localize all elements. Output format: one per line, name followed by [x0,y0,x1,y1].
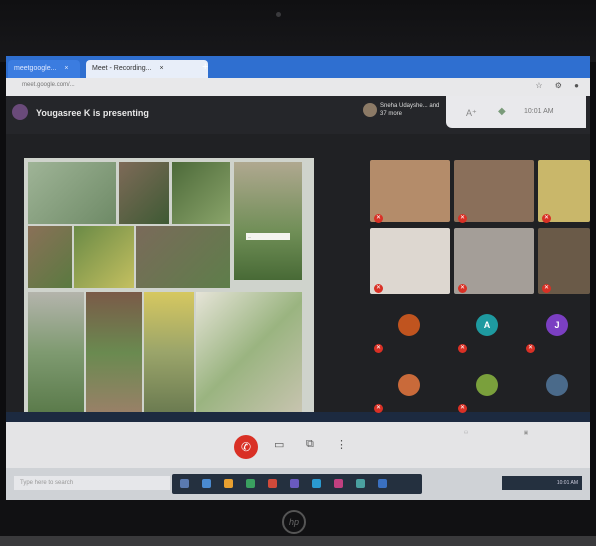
mic-muted-icon: ✕ [542,214,551,223]
end-call-button[interactable]: ✆ [234,435,258,459]
app-icon[interactable] [356,479,365,488]
student-photo [234,162,302,280]
participant-video-tile[interactable] [370,160,450,222]
participant-avatar [398,374,420,396]
participant-avatar [476,374,498,396]
plant-photo [28,292,84,414]
meet-controls-bar: ✆ ▭ ⧉ ⋮ ⚇ ▣ [6,422,590,468]
keyboard-edge [0,536,596,546]
presenter-taskbar [6,412,590,422]
tab-label: Meet - Recording... [92,65,152,72]
address-bar[interactable]: meet.google.com/... ☆ ⚙ ● [6,78,590,96]
pinned-participant-name: Sneha Udayshe... and 37 more [380,103,440,117]
system-tray[interactable]: 10:01 AM [502,476,582,490]
presentation-slide: ... [24,158,314,418]
app-icon[interactable] [312,479,321,488]
participant-video-tile[interactable] [370,228,450,294]
captions-button[interactable]: ▭ [274,438,284,451]
new-tab-button[interactable]: + [202,61,208,73]
presenter-avatar [12,104,28,120]
participant-video-tile[interactable] [454,228,534,294]
app-icon[interactable] [202,479,211,488]
extension-icons[interactable]: ☆ ⚙ ● [535,81,584,90]
app-icon[interactable] [290,479,299,488]
hp-logo: hp [282,510,306,534]
participant-video-tile[interactable] [538,160,590,222]
mic-muted-icon: ✕ [374,214,383,223]
participant-video-tile[interactable] [454,160,534,222]
presenting-banner: Yougasree K is presenting [36,108,149,118]
browser-tab[interactable]: meetgoogle... × [8,60,80,78]
browser-tab-active[interactable]: Meet - Recording... × [86,60,208,78]
participant-avatar: A [476,314,498,336]
meeting-clock: 10:01 AM [524,108,554,115]
close-icon[interactable]: × [159,65,163,72]
mic-muted-icon: ✕ [458,214,467,223]
windows-search[interactable]: Type here to search [14,476,170,490]
webcam [276,12,281,17]
plant-photo [28,226,72,288]
mic-muted-icon: ✕ [458,404,467,413]
app-icon[interactable] [334,479,343,488]
activities-icon[interactable]: ◆ [498,106,506,117]
meet-header: Yougasree K is presenting Sneha Udayshe.… [6,96,590,134]
pinned-avatar [363,103,377,117]
plant-photo [172,162,230,224]
plant-photo [119,162,169,224]
slide-caption: ... [246,233,290,240]
plant-photo [144,292,194,414]
app-icon[interactable] [378,479,387,488]
app-icon[interactable] [246,479,255,488]
app-icon[interactable] [224,479,233,488]
people-button[interactable]: ⚇ [446,430,486,436]
mic-muted-icon: ✕ [374,344,383,353]
windows-taskbar: Type here to search 10:01 AM [6,468,590,500]
mic-muted-icon: ✕ [374,284,383,293]
participant-avatar: J [546,314,568,336]
mic-muted-icon: ✕ [374,404,383,413]
plant-photo [28,162,116,224]
plant-photo [136,226,230,288]
mic-muted-icon: ✕ [526,344,535,353]
participant-avatar [398,314,420,336]
laptop-screen: meetgoogle... × Meet - Recording... × + … [6,56,590,500]
mic-muted-icon: ✕ [542,284,551,293]
present-button[interactable]: ⧉ [306,438,314,451]
app-icon[interactable] [180,479,189,488]
captions-icon[interactable]: A⁺ [466,108,477,119]
pinned-apps [172,474,422,494]
laptop-bezel-top [0,0,596,62]
tab-label: meetgoogle... [14,65,57,72]
mic-muted-icon: ✕ [458,284,467,293]
browser-tab-bar: meetgoogle... × Meet - Recording... × + [6,56,590,78]
mic-muted-icon: ✕ [458,344,467,353]
url-text[interactable]: meet.google.com/... [22,82,75,88]
more-options-button[interactable]: ⋮ [336,438,347,451]
participant-avatar [546,374,568,396]
plant-photo [196,292,302,414]
plant-photo [86,292,142,414]
app-icon[interactable] [268,479,277,488]
close-icon[interactable]: × [64,65,68,72]
chat-button[interactable]: ▣ [506,430,546,436]
plant-photo [74,226,134,288]
